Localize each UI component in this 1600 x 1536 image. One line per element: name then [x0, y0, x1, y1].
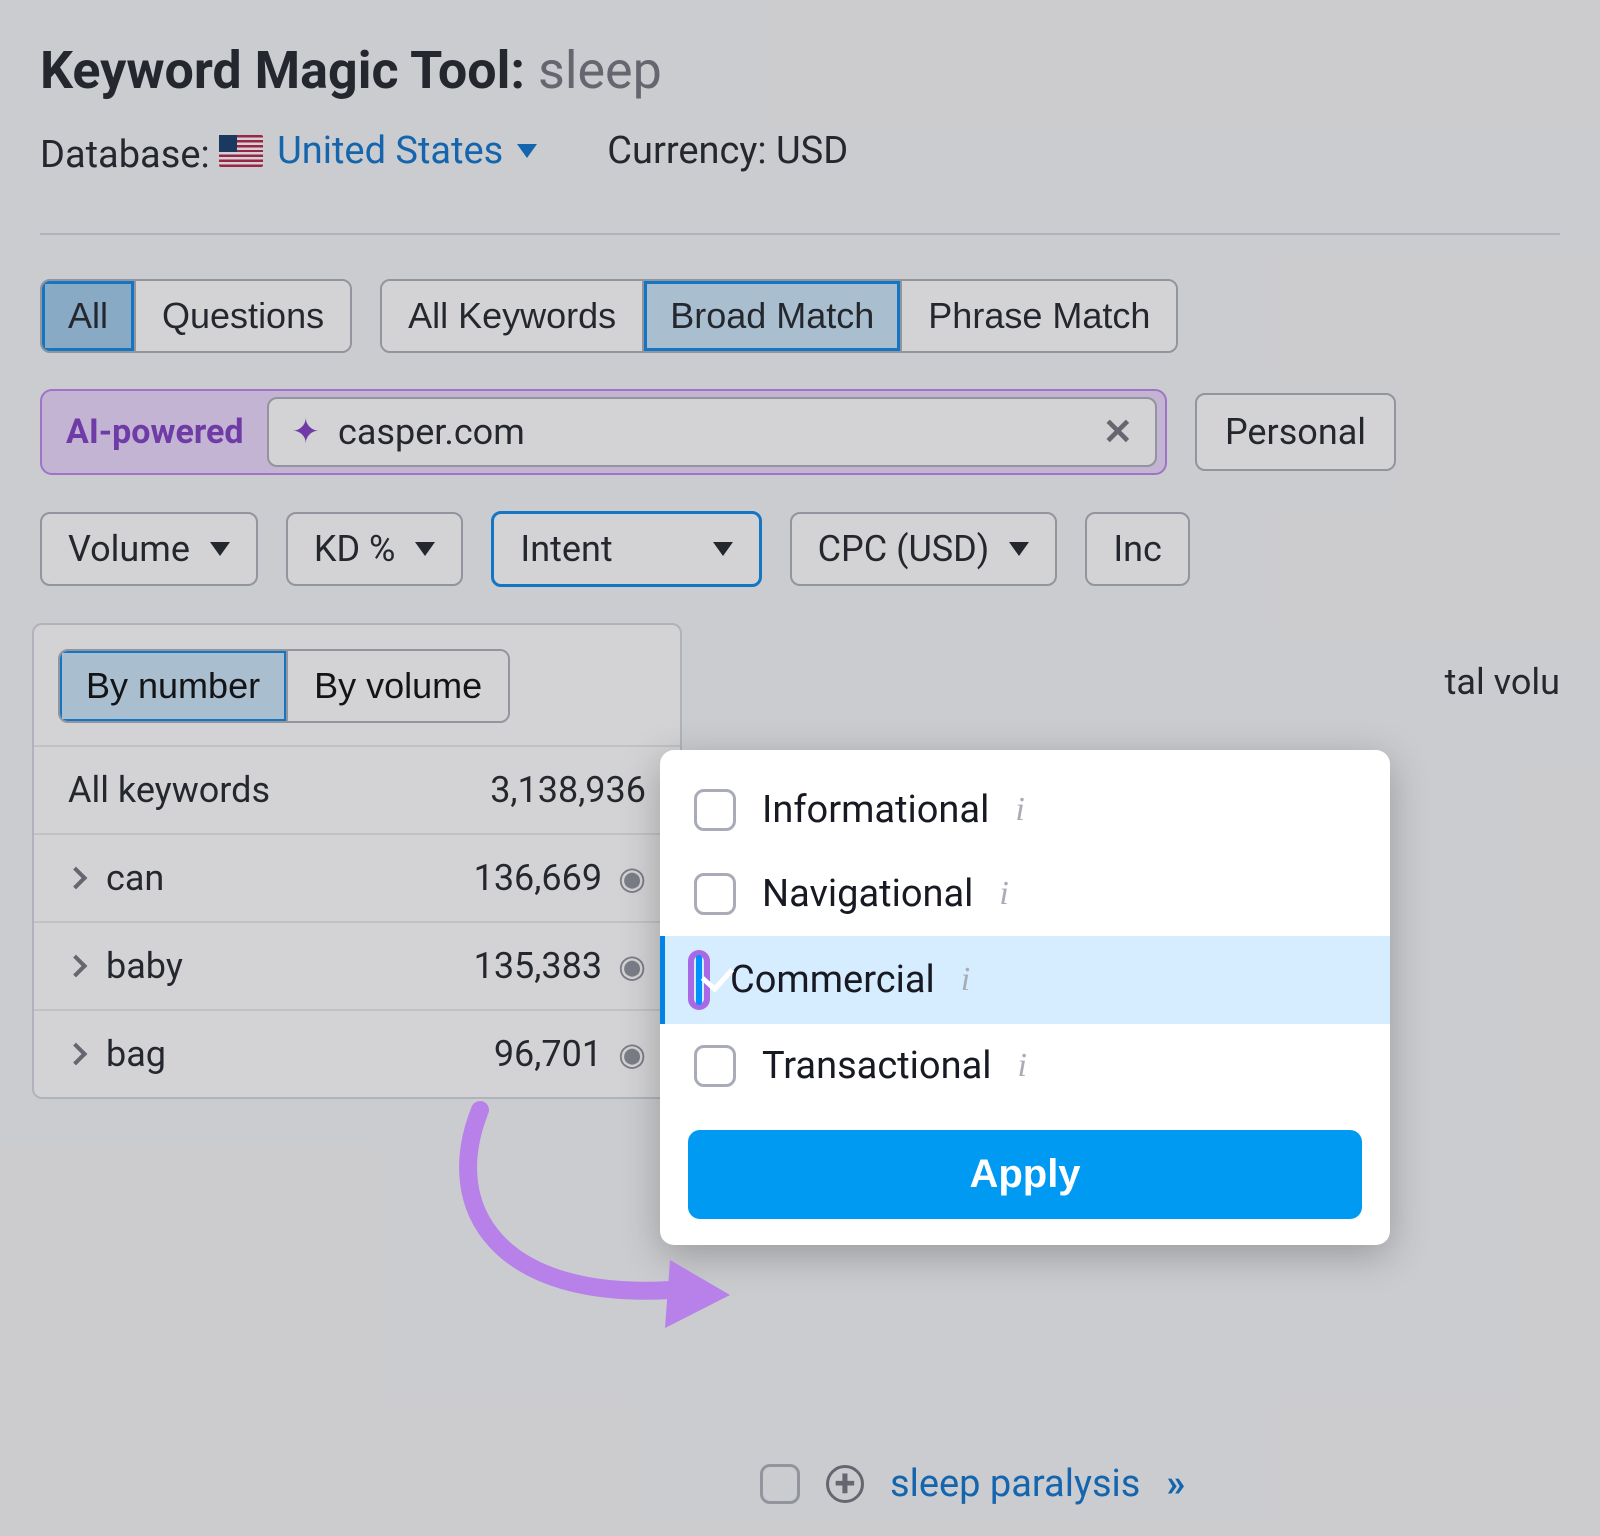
checkbox-checked[interactable] — [696, 955, 702, 1005]
checkbox[interactable] — [694, 789, 736, 831]
intent-option-commercial[interactable]: Commercial i — [660, 936, 1390, 1024]
apply-button[interactable]: Apply — [688, 1130, 1362, 1219]
intent-option-navigational[interactable]: Navigational i — [660, 852, 1390, 936]
intent-option-transactional[interactable]: Transactional i — [660, 1024, 1390, 1108]
intent-dropdown: Informational i Navigational i Commercia… — [660, 750, 1390, 1245]
info-icon[interactable]: i — [961, 961, 970, 999]
annotation-arrow — [420, 1090, 740, 1350]
info-icon[interactable]: i — [999, 875, 1008, 913]
checkbox[interactable] — [694, 1045, 736, 1087]
info-icon[interactable]: i — [1017, 1047, 1026, 1085]
info-icon[interactable]: i — [1015, 791, 1024, 829]
checkbox-highlight — [694, 956, 704, 1004]
checkbox[interactable] — [694, 873, 736, 915]
intent-option-informational[interactable]: Informational i — [660, 768, 1390, 852]
